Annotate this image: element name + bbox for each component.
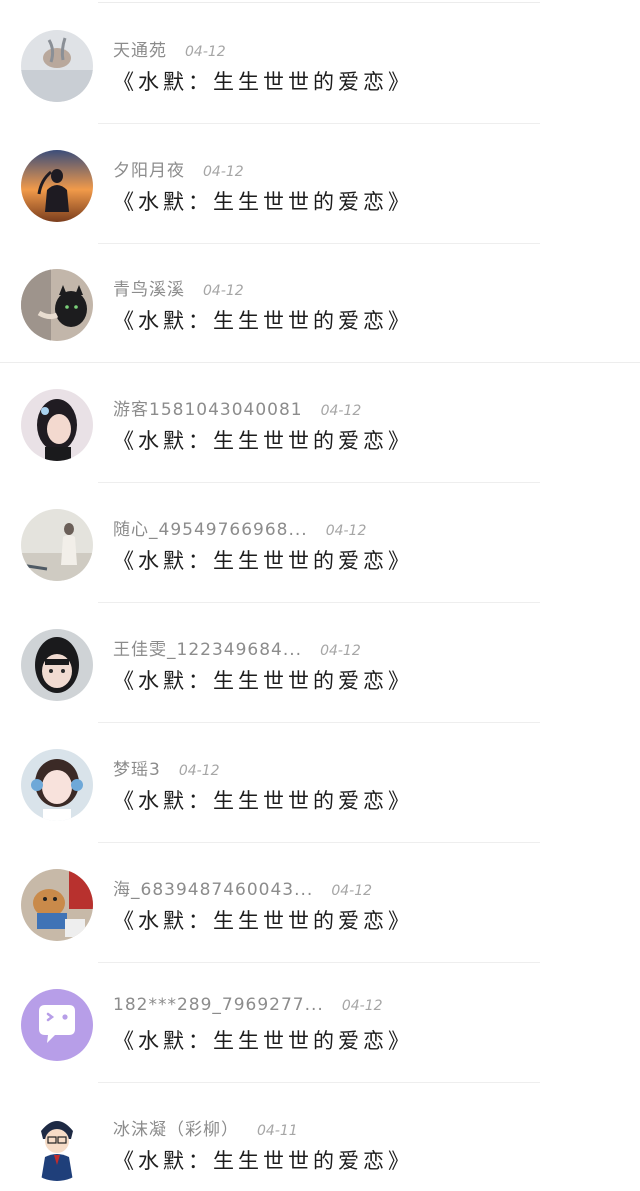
- comment-text: 《水默：生生世世的爱恋》: [113, 789, 413, 813]
- comment-date: 04-12: [320, 643, 361, 659]
- comment-text: 《水默：生生世世的爱恋》: [113, 1149, 413, 1173]
- comment-date: 04-12: [341, 998, 383, 1014]
- comment-text: 《水默：生生世世的爱恋》: [113, 190, 413, 214]
- avatar[interactable]: [21, 150, 93, 222]
- comment-date: 04-12: [178, 763, 220, 779]
- list-item[interactable]: 182***289_7969277... 04-12 《水默：生生世世的爱恋》: [0, 963, 640, 1083]
- avatar[interactable]: [21, 989, 93, 1061]
- list-item[interactable]: 王佳雯_122349684... 04-12 《水默：生生世世的爱恋》: [0, 603, 640, 723]
- avatar-photo-girl-headphones: [21, 749, 93, 821]
- list-item[interactable]: 随心_49549766968... 04-12 《水默：生生世世的爱恋》: [0, 483, 640, 603]
- comment-meta: 梦瑶3 04-12: [113, 755, 220, 780]
- avatar[interactable]: [21, 509, 93, 581]
- username[interactable]: 夕阳月夜: [113, 161, 185, 181]
- avatar-photo-black-cat: [21, 269, 93, 341]
- avatar[interactable]: [21, 629, 93, 701]
- comment-text: 《水默：生生世世的爱恋》: [113, 1029, 413, 1053]
- comment-meta: 冰沫凝（彩柳） 04-11: [113, 1115, 298, 1140]
- comment-date: 04-12: [203, 164, 244, 180]
- comment-text: 《水默：生生世世的爱恋》: [113, 549, 413, 573]
- username[interactable]: 天通苑: [113, 41, 167, 61]
- comment-date: 04-12: [325, 523, 367, 539]
- username[interactable]: 随心_49549766968...: [113, 520, 308, 540]
- list-item[interactable]: 夕阳月夜 04-12 《水默：生生世世的爱恋》: [0, 124, 640, 244]
- comment-date: 04-12: [331, 883, 373, 899]
- list-item[interactable]: 青鸟溪溪 04-12 《水默：生生世世的爱恋》: [0, 243, 640, 363]
- list-item[interactable]: 冰沫凝（彩柳） 04-11 《水默：生生世世的爱恋》: [0, 1083, 640, 1191]
- comment-text: 《水默：生生世世的爱恋》: [113, 909, 413, 933]
- comment-meta: 海_6839487460043... 04-12: [113, 875, 373, 900]
- username[interactable]: 王佳雯_122349684...: [113, 640, 302, 660]
- comment-meta: 随心_49549766968... 04-12: [113, 515, 367, 540]
- username[interactable]: 海_6839487460043...: [113, 880, 313, 900]
- avatar[interactable]: [21, 749, 93, 821]
- list-item[interactable]: 海_6839487460043... 04-12 《水默：生生世世的爱恋》: [0, 843, 640, 963]
- avatar[interactable]: [21, 269, 93, 341]
- list-item[interactable]: 梦瑶3 04-12 《水默：生生世世的爱恋》: [0, 723, 640, 843]
- username[interactable]: 青鸟溪溪: [113, 280, 185, 300]
- username[interactable]: 梦瑶3: [113, 760, 161, 780]
- comment-meta: 夕阳月夜 04-12: [113, 156, 244, 181]
- comment-date: 04-12: [203, 283, 244, 299]
- avatar-photo-girl-sea: [21, 509, 93, 581]
- username[interactable]: 冰沫凝（彩柳）: [113, 1120, 239, 1140]
- avatar[interactable]: [21, 30, 93, 102]
- top-divider: [98, 2, 540, 3]
- avatar[interactable]: [21, 1109, 93, 1181]
- avatar-photo-girl-hairclip: [21, 389, 93, 461]
- comment-date: 04-11: [257, 1123, 298, 1139]
- username[interactable]: 游客1581043040081: [113, 400, 303, 420]
- comment-date: 04-12: [320, 403, 362, 419]
- avatar[interactable]: [21, 869, 93, 941]
- comment-meta: 王佳雯_122349684... 04-12: [113, 635, 361, 660]
- comment-meta: 游客1581043040081 04-12: [113, 395, 362, 420]
- comment-text: 《水默：生生世世的爱恋》: [113, 70, 413, 94]
- comment-meta: 182***289_7969277... 04-12: [113, 995, 383, 1019]
- username[interactable]: 182***289_7969277...: [113, 995, 324, 1015]
- list-item[interactable]: 游客1581043040081 04-12 《水默：生生世世的爱恋》: [0, 363, 640, 483]
- avatar-photo-toy-dog: [21, 869, 93, 941]
- comment-date: 04-12: [185, 44, 226, 60]
- avatar-anime-boy: [21, 1109, 93, 1181]
- avatar-photo-snow-hands: [21, 30, 93, 102]
- comment-meta: 天通苑 04-12: [113, 36, 226, 61]
- comment-text: 《水默：生生世世的爱恋》: [113, 309, 413, 333]
- avatar-photo-sunset-girl: [21, 150, 93, 222]
- comment-text: 《水默：生生世世的爱恋》: [113, 669, 413, 693]
- chat-bubble-icon: [21, 989, 93, 1061]
- comment-meta: 青鸟溪溪 04-12: [113, 275, 244, 300]
- avatar[interactable]: [21, 389, 93, 461]
- comment-text: 《水默：生生世世的爱恋》: [113, 429, 413, 453]
- list-item[interactable]: 天通苑 04-12 《水默：生生世世的爱恋》: [0, 4, 640, 124]
- avatar-photo-girl-face: [21, 629, 93, 701]
